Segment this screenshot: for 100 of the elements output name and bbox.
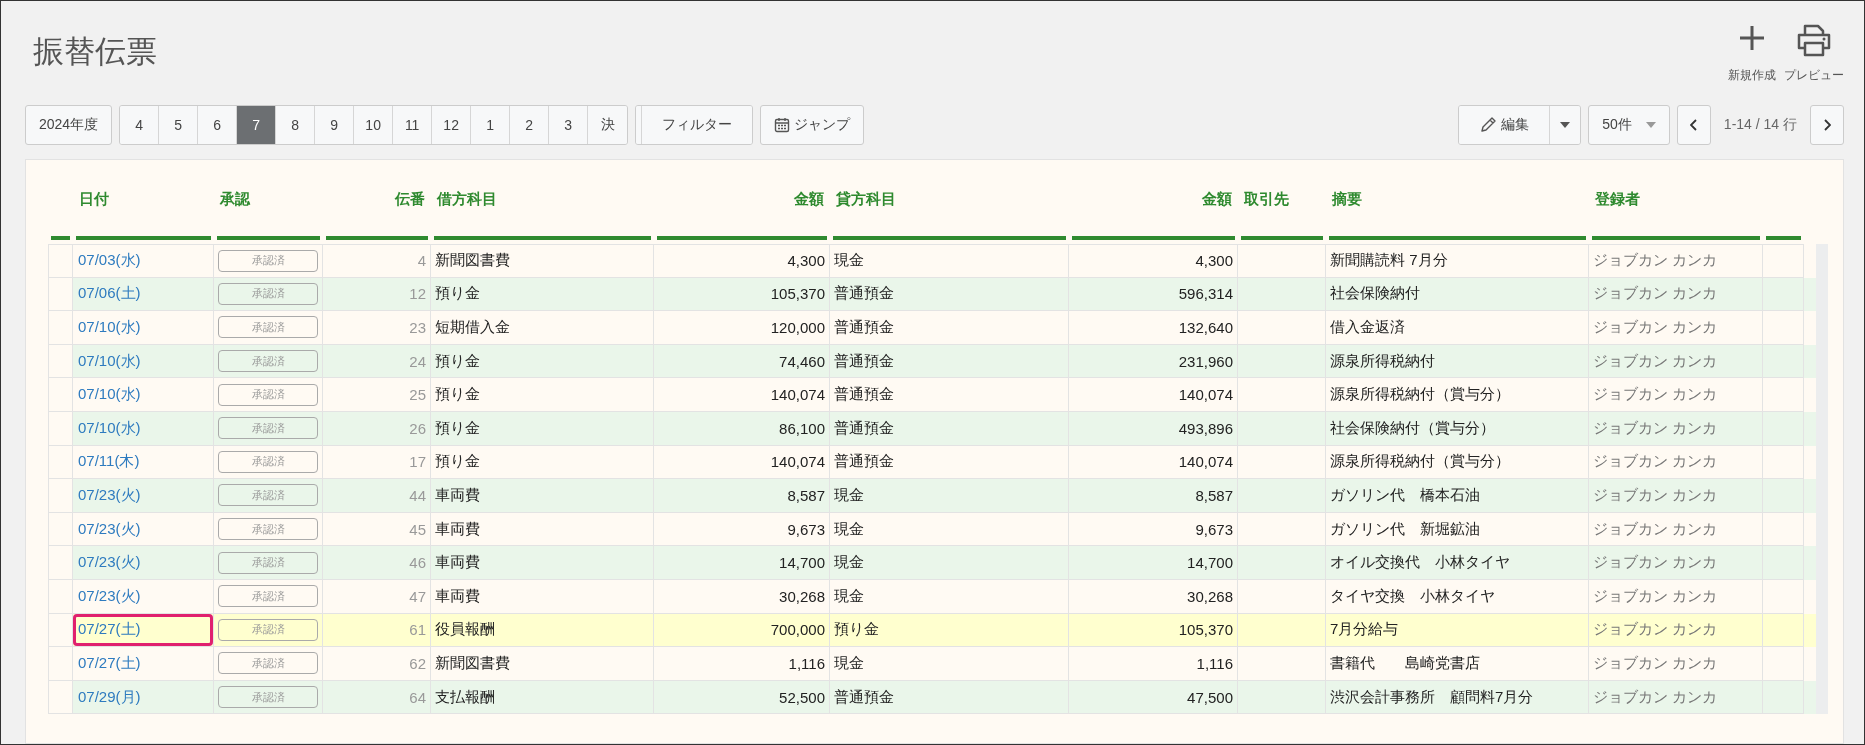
date-link[interactable]: 07/23(火): [77, 553, 141, 573]
debit-amount-cell: 1,116: [788, 654, 825, 672]
registrant-cell: ジョブカン カンカ: [1593, 586, 1718, 606]
month-tab[interactable]: 3: [549, 106, 589, 144]
filter-toggle[interactable]: [636, 106, 643, 144]
debit-amount-cell: 105,370: [770, 285, 825, 303]
date-link[interactable]: 07/23(火): [77, 485, 141, 505]
chevron-left-icon: [1689, 119, 1698, 131]
month-tab[interactable]: 9: [315, 106, 355, 144]
row-gutter: [48, 647, 73, 681]
date-link[interactable]: 07/23(火): [77, 519, 141, 539]
registrant-cell: ジョブカン カンカ: [1593, 418, 1718, 438]
table-row[interactable]: 07/10(水) 承認済 24 預り金 74,460 普通預金 231,960 源泉所得税納付 ジョブカン カンカ: [48, 344, 1816, 379]
registrant-cell: ジョブカン カンカ: [1593, 284, 1718, 304]
description-cell: 社会保険納付: [1330, 284, 1420, 304]
month-tab[interactable]: 2: [510, 106, 550, 144]
month-tab[interactable]: 10: [354, 106, 394, 144]
table-row[interactable]: 07/10(水) 承認済 26 預り金 86,100 普通預金 493,896 社会保険納付（賞与分） ジョブカン カンカ: [48, 411, 1816, 446]
month-tab[interactable]: 決: [588, 106, 628, 144]
new-button[interactable]: 新規作成: [1728, 23, 1776, 84]
preview-button[interactable]: プレビュー: [1784, 23, 1844, 84]
date-link[interactable]: 07/29(月): [77, 687, 141, 707]
voucher-number-cell: 25: [409, 386, 426, 404]
month-tab[interactable]: 8: [276, 106, 316, 144]
debit-amount-cell: 14,700: [779, 554, 825, 572]
registrant-cell: ジョブカン カンカ: [1593, 519, 1718, 539]
column-header: 日付: [76, 182, 211, 240]
table-row[interactable]: 07/06(土) 承認済 12 預り金 105,370 普通預金 596,314 社会保険納付 ジョブカン カンカ: [48, 277, 1816, 312]
filter-button[interactable]: フィルター: [642, 106, 753, 144]
date-link[interactable]: 07/23(火): [77, 586, 141, 606]
debit-account-cell: 預り金: [435, 385, 480, 405]
debit-account-cell: 支払報酬: [435, 687, 495, 707]
credit-amount-cell: 47,500: [1187, 688, 1233, 706]
voucher-number-cell: 17: [409, 453, 426, 471]
jump-button[interactable]: ジャンプ: [760, 105, 865, 145]
next-page-button[interactable]: [1810, 105, 1844, 145]
date-link[interactable]: 07/27(土): [77, 653, 141, 673]
debit-account-cell: 預り金: [435, 284, 480, 304]
voucher-number-cell: 46: [409, 554, 426, 572]
date-link[interactable]: 07/11(木): [77, 452, 140, 472]
month-tab[interactable]: 1: [471, 106, 511, 144]
row-range: 1-14 / 14 行: [1722, 116, 1798, 134]
month-tab[interactable]: 5: [159, 106, 199, 144]
row-gutter: [48, 411, 73, 446]
debit-account-cell: 車両費: [435, 485, 480, 505]
voucher-number-cell: 24: [409, 352, 426, 370]
credit-amount-cell: 231,960: [1178, 352, 1233, 370]
description-cell: タイヤ交換 小林タイヤ: [1330, 586, 1495, 606]
column-header: 承認: [217, 182, 320, 240]
column-header: 借方科目: [434, 182, 651, 240]
date-link[interactable]: 07/27(土): [77, 620, 141, 640]
description-cell: 源泉所得税納付（賞与分）: [1330, 385, 1510, 405]
debit-account-cell: 新聞図書費: [435, 653, 510, 673]
month-tab[interactable]: 4: [120, 106, 160, 144]
debit-amount-cell: 4,300: [787, 252, 825, 270]
description-cell: 書籍代 島崎党書店: [1330, 653, 1480, 673]
table-row[interactable]: 07/23(火) 承認済 46 車両費 14,700 現金 14,700 オイル交換代 小林タイヤ ジョブカン カンカ: [48, 546, 1816, 580]
registrant-cell: ジョブカン カンカ: [1593, 485, 1718, 505]
previous-page-button[interactable]: [1676, 105, 1711, 145]
column-header: 貸方科目: [833, 182, 1066, 240]
credit-account-cell: 現金: [834, 553, 864, 573]
credit-amount-cell: 493,896: [1178, 419, 1233, 437]
date-link[interactable]: 07/10(水): [77, 318, 141, 337]
edit-button[interactable]: 編集: [1459, 106, 1551, 144]
credit-account-cell: 普通預金: [834, 385, 894, 405]
credit-amount-cell: 4,300: [1195, 252, 1233, 270]
table-row[interactable]: 07/23(火) 承認済 44 車両費 8,587 現金 8,587 ガソリン代 橋本石油 ジョブカン カンカ: [48, 479, 1816, 513]
date-link[interactable]: 07/10(水): [77, 351, 141, 371]
date-link[interactable]: 07/10(水): [77, 418, 141, 438]
description-cell: 借入金返済: [1330, 318, 1405, 337]
voucher-number-cell: 44: [409, 486, 426, 504]
credit-amount-cell: 8,587: [1195, 486, 1233, 504]
month-tab[interactable]: 6: [198, 106, 238, 144]
row-gutter: [48, 546, 73, 580]
page-size-select[interactable]: 50件: [1588, 105, 1670, 145]
credit-account-cell: 普通預金: [834, 284, 894, 304]
registrant-cell: ジョブカン カンカ: [1593, 351, 1718, 371]
voucher-number-cell: 23: [409, 319, 426, 336]
credit-account-cell: 現金: [834, 251, 864, 271]
fiscal-year-button[interactable]: 2024年度: [25, 105, 113, 145]
row-gutter: [48, 311, 73, 345]
credit-account-cell: 預り金: [834, 620, 879, 640]
credit-account-cell: 現金: [834, 586, 864, 606]
table-row[interactable]: 07/27(土) 承認済 61 役員報酬 700,000 預り金 105,370 7月分給与 ジョブカン カンカ: [48, 613, 1816, 648]
debit-account-cell: 預り金: [435, 351, 480, 371]
month-tab[interactable]: 7: [237, 106, 277, 144]
description-cell: 社会保険納付（賞与分）: [1330, 418, 1495, 438]
month-tab[interactable]: 12: [432, 106, 472, 144]
row-gutter: [48, 512, 73, 547]
credit-account-cell: 現金: [834, 653, 864, 673]
registrant-cell: ジョブカン カンカ: [1593, 620, 1718, 640]
caret-icon: [1560, 122, 1571, 128]
edit-menu-button[interactable]: [1550, 106, 1581, 144]
column-header: 金額: [657, 182, 827, 240]
date-link[interactable]: 07/10(水): [77, 385, 141, 405]
credit-amount-cell: 14,700: [1187, 554, 1233, 572]
credit-amount-cell: 140,074: [1178, 453, 1233, 471]
month-tab[interactable]: 11: [393, 106, 433, 144]
table-row[interactable]: 07/29(月) 承認済 64 支払報酬 52,500 普通預金 47,500 渋沢会計事務所 顧問料7月分 ジョブカン カンカ: [48, 680, 1816, 715]
date-link[interactable]: 07/06(土): [77, 284, 141, 304]
